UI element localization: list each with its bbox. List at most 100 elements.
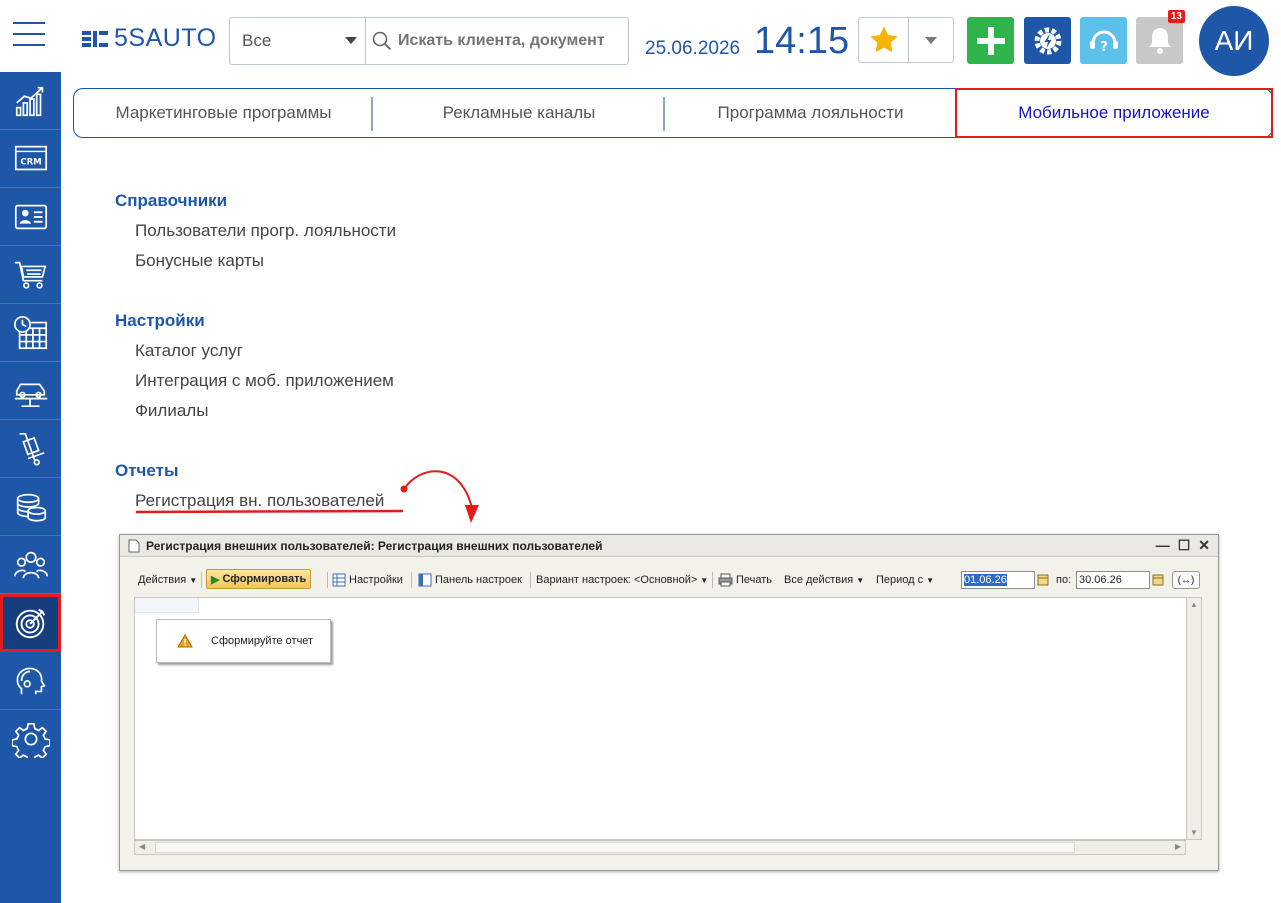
report-cell-header	[135, 598, 199, 613]
settings-gear-icon	[11, 722, 50, 758]
global-search: Все	[229, 17, 629, 65]
vertical-scrollbar[interactable]: ▲ ▼	[1186, 597, 1202, 840]
plus-icon	[976, 26, 1005, 55]
report-window-title: Регистрация внешних пользователей: Регис…	[146, 538, 603, 553]
sidebar-item-schedule[interactable]	[0, 304, 61, 362]
cart-icon	[14, 261, 46, 289]
close-icon[interactable]: ✕	[1198, 537, 1210, 554]
chevron-down-icon	[925, 36, 937, 44]
sidebar-item-warehouse[interactable]	[0, 420, 61, 478]
brand-name: 5SAUTO	[114, 24, 217, 52]
date-to-input[interactable]: 30.06.26	[1076, 571, 1150, 589]
calendar-icon	[1037, 574, 1049, 586]
settings-variant-menu[interactable]: Вариант настроек: <Основной> ▼	[536, 569, 708, 591]
current-time: 14:15	[754, 20, 850, 62]
gear-lightning-icon	[1034, 27, 1061, 54]
sidebar-item-marketing[interactable]	[0, 594, 61, 652]
section-tabs: Маркетинговые программы Рекламные каналы…	[73, 88, 1273, 138]
all-actions-menu[interactable]: Все действия ▼	[784, 569, 864, 591]
favorites-dropdown[interactable]	[909, 18, 953, 62]
date-from-picker[interactable]	[1037, 569, 1049, 591]
sidebar-item-staff[interactable]	[0, 536, 61, 594]
section-title-references: Справочники	[115, 191, 228, 210]
minimize-icon[interactable]: —	[1156, 537, 1170, 554]
car-lift-icon	[14, 382, 47, 407]
crm-icon: CRM	[14, 145, 47, 170]
settings-panel-button[interactable]: Панель настроек	[418, 569, 522, 591]
date-from-input[interactable]: 01.06.26	[961, 571, 1035, 589]
chevron-down-icon: ▼	[189, 575, 198, 585]
link-mobile-integration[interactable]: Интеграция с моб. приложением	[135, 371, 394, 391]
sidebar-item-analytics[interactable]	[0, 72, 61, 130]
favorites-control	[858, 17, 954, 63]
link-loyalty-users[interactable]: Пользователи прогр. лояльности	[135, 221, 396, 241]
panel-icon	[418, 573, 432, 587]
svg-text:?: ?	[1100, 40, 1108, 55]
favorites-button[interactable]	[859, 18, 909, 62]
link-branches[interactable]: Филиалы	[135, 401, 208, 421]
scroll-left-icon[interactable]: ◀	[139, 842, 145, 851]
warning-message: Сформируйте отчет	[156, 619, 331, 663]
contacts-card-icon	[14, 204, 47, 229]
help-button[interactable]: ?	[1080, 17, 1127, 64]
user-avatar[interactable]: АИ	[1199, 6, 1269, 76]
notifications-badge: 13	[1167, 10, 1185, 23]
sidebar-item-sales[interactable]	[0, 246, 61, 304]
date-to-label: по:	[1056, 574, 1072, 586]
tab-ad-channels[interactable]: Рекламные каналы	[373, 89, 665, 137]
scroll-down-icon[interactable]: ▼	[1190, 828, 1198, 837]
search-input[interactable]	[398, 32, 613, 50]
period-select-button[interactable]: (↔)	[1172, 571, 1200, 589]
schedule-icon	[13, 315, 47, 349]
scroll-thumb[interactable]	[155, 842, 1075, 853]
sidebar-item-crm[interactable]: CRM	[0, 130, 61, 188]
play-icon: ▶	[211, 573, 220, 586]
service-settings-button[interactable]	[1024, 17, 1071, 64]
generate-report-button[interactable]: ▶ Сформировать	[206, 569, 312, 589]
report-window-titlebar: Регистрация внешних пользователей: Регис…	[120, 535, 1218, 557]
link-bonus-cards[interactable]: Бонусные карты	[135, 251, 264, 271]
bell-icon	[1148, 27, 1171, 54]
period-menu[interactable]: Период с ▼	[876, 569, 934, 591]
sidebar-item-workshop[interactable]	[0, 362, 61, 420]
staff-icon	[13, 551, 48, 578]
search-scope-select[interactable]: Все	[230, 18, 366, 64]
chevron-down-icon: ▼	[856, 575, 865, 585]
date-to-picker[interactable]	[1152, 569, 1164, 591]
parts-icon	[19, 432, 45, 466]
tab-mobile-app[interactable]: Мобильное приложение	[955, 88, 1273, 138]
support-question-icon: ?	[1089, 30, 1118, 55]
brand-logo: 5SAUTO	[82, 24, 217, 53]
document-icon	[128, 539, 140, 552]
sidebar-item-settings[interactable]	[0, 710, 61, 768]
sidebar-item-finance[interactable]	[0, 478, 61, 536]
settings-grid-icon	[332, 573, 346, 587]
settings-button[interactable]: Настройки	[332, 569, 403, 591]
current-date: 25.06.2026	[645, 38, 741, 59]
horizontal-scrollbar[interactable]: ◀ ▶	[134, 840, 1186, 855]
maximize-icon[interactable]: ☐	[1178, 537, 1191, 554]
hamburger-menu-icon[interactable]	[13, 22, 45, 47]
report-toolbar: Действия ▼ ▶ Сформировать Настройки Панель…	[134, 569, 1208, 591]
warning-icon	[177, 634, 193, 648]
chevron-down-icon: ▼	[926, 575, 935, 585]
actions-menu[interactable]: Действия ▼	[138, 569, 197, 591]
scroll-up-icon[interactable]: ▲	[1190, 600, 1198, 609]
support-agent-icon	[16, 667, 46, 694]
scroll-right-icon[interactable]: ▶	[1175, 842, 1181, 851]
tab-loyalty-program[interactable]: Программа лояльности	[665, 89, 956, 137]
section-title-settings: Настройки	[115, 311, 205, 330]
finance-coins-icon	[16, 493, 46, 522]
marketing-target-icon	[15, 608, 45, 638]
notifications-button[interactable]: 13	[1136, 10, 1185, 64]
calendar-icon	[1152, 574, 1164, 586]
star-icon	[869, 26, 898, 53]
sidebar-item-support[interactable]	[0, 652, 61, 710]
create-button[interactable]	[967, 17, 1014, 64]
link-service-catalog[interactable]: Каталог услуг	[135, 341, 243, 361]
printer-icon	[718, 573, 733, 587]
logo-icon	[82, 30, 108, 47]
sidebar-item-contacts[interactable]	[0, 188, 61, 246]
tab-marketing-programs[interactable]: Маркетинговые программы	[74, 89, 373, 137]
print-button[interactable]: Печать	[718, 569, 772, 591]
